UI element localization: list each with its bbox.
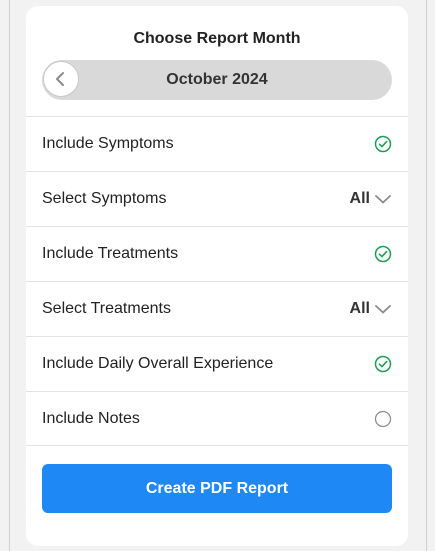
check-circle-icon[interactable]	[374, 245, 392, 263]
chevron-down-icon[interactable]	[374, 193, 392, 205]
include-notes-row[interactable]: Include Notes	[26, 391, 408, 446]
chevron-left-icon	[54, 71, 68, 87]
create-pdf-report-button[interactable]: Create PDF Report	[42, 464, 392, 513]
empty-circle-icon[interactable]	[374, 410, 392, 428]
option-label: Include Treatments	[42, 245, 179, 262]
include-daily-experience-row[interactable]: Include Daily Overall Experience	[26, 336, 408, 391]
select-value: All	[349, 190, 370, 207]
include-treatments-row[interactable]: Include Treatments	[26, 226, 408, 281]
select-treatments-row[interactable]: Select Treatments All	[26, 281, 408, 336]
check-circle-icon[interactable]	[374, 355, 392, 373]
option-label: Select Treatments	[42, 300, 171, 317]
option-label: Select Symptoms	[42, 190, 167, 207]
chevron-down-icon[interactable]	[374, 303, 392, 315]
option-label: Include Notes	[42, 410, 140, 427]
check-circle-icon[interactable]	[374, 135, 392, 153]
page-title: Choose Report Month	[133, 30, 301, 47]
option-label: Include Daily Overall Experience	[42, 355, 274, 372]
select-symptoms-row[interactable]: Select Symptoms All	[26, 171, 408, 226]
previous-month-button[interactable]	[43, 61, 79, 97]
month-selector: October 2024	[42, 60, 392, 100]
option-label: Include Symptoms	[42, 135, 174, 152]
select-value: All	[349, 300, 370, 317]
report-card: Choose Report Month October 2024 Include…	[26, 6, 408, 546]
month-label: October 2024	[166, 71, 268, 88]
include-symptoms-row[interactable]: Include Symptoms	[26, 116, 408, 171]
options-list: Include Symptoms Select Symptoms All Inc…	[26, 116, 408, 446]
